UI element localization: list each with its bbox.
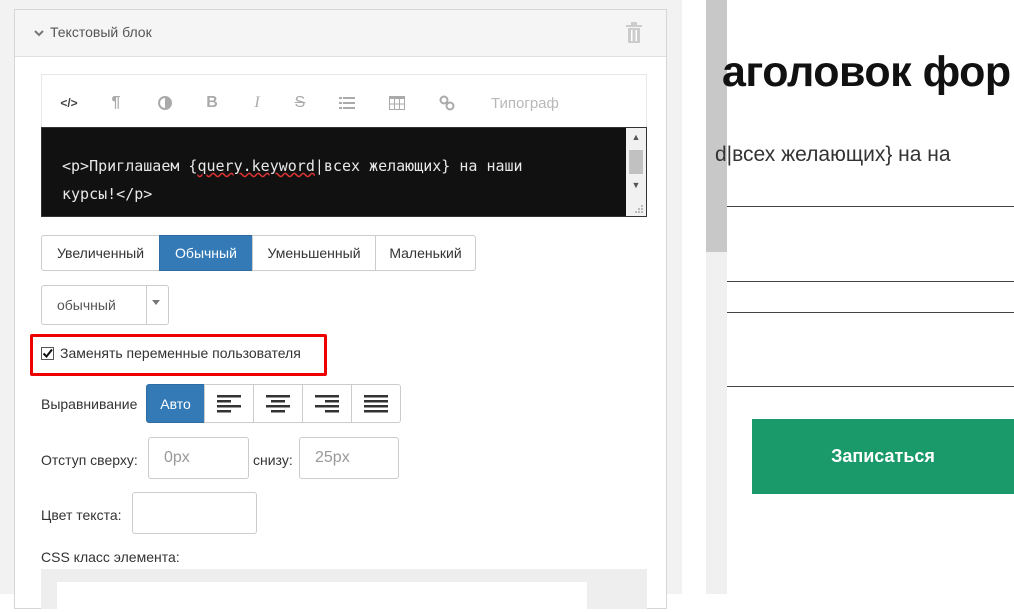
paragraph-icon[interactable]: ¶ (108, 93, 124, 113)
code-text-part: |всех желающих} на наши (314, 157, 523, 175)
preview-field-line[interactable] (727, 206, 1014, 207)
padding-bottom-input[interactable]: 25px (299, 437, 399, 479)
text-block-panel: Текстовый блок </> ¶ B I S Типограф <p>П… (14, 9, 667, 612)
align-left-icon (217, 394, 241, 412)
scroll-up-icon[interactable]: ▲ (631, 132, 641, 142)
align-right-icon (315, 394, 339, 412)
text-color-label: Цвет текста: (41, 507, 122, 523)
trash-icon[interactable] (625, 22, 643, 44)
padding-top-input[interactable]: 0px (148, 437, 249, 479)
align-right-button[interactable] (302, 384, 352, 423)
preview-field-line[interactable] (727, 312, 1014, 313)
padding-top-placeholder: 0px (164, 449, 190, 466)
html-code-editor[interactable]: <p>Приглашаем {query.keyword|всех желающ… (41, 127, 647, 217)
code-scroll-thumb[interactable] (629, 150, 643, 174)
replace-vars-row[interactable]: Заменять переменные пользователя (41, 345, 301, 361)
editor-toolbar: </> ¶ B I S Типограф (41, 74, 647, 128)
code-text-part: <p>Приглашаем { (62, 157, 198, 175)
chevron-down-icon[interactable] (33, 27, 45, 39)
padding-bottom-label: снизу: (253, 452, 293, 468)
font-weight-value: обычный (57, 297, 116, 313)
text-color-input[interactable] (132, 492, 257, 534)
css-class-input[interactable] (57, 582, 587, 612)
align-center-icon (266, 394, 290, 412)
code-text-line2: курсы!</p> (62, 185, 153, 203)
size-reduced-button[interactable]: Уменьшенный (252, 235, 376, 271)
scroll-down-icon[interactable]: ▼ (631, 180, 641, 190)
preview-field-line[interactable] (727, 281, 1014, 282)
code-content[interactable]: <p>Приглашаем {query.keyword|всех желающ… (62, 152, 592, 208)
code-keyword-underlined: query.keyword (197, 157, 315, 175)
table-icon[interactable] (388, 93, 406, 113)
typograph-button[interactable]: Типограф (491, 95, 559, 112)
alignment-label: Выравнивание (41, 396, 138, 412)
size-enlarged-button[interactable]: Увеличенный (41, 235, 160, 271)
css-class-label: CSS класс элемента: (41, 549, 180, 565)
page-scrollbar-thumb[interactable] (706, 0, 727, 252)
select-divider (146, 286, 147, 324)
align-auto-button[interactable]: Авто (146, 384, 205, 423)
align-justify-icon (364, 394, 388, 412)
link-icon[interactable] (438, 93, 456, 113)
italic-icon[interactable]: I (250, 93, 264, 113)
caret-down-icon[interactable] (152, 300, 160, 305)
checkmark-icon (42, 348, 53, 358)
panel-title: Текстовый блок (50, 24, 152, 40)
preview-field-line[interactable] (727, 386, 1014, 387)
align-justify-button[interactable] (351, 384, 401, 423)
replace-vars-checkbox[interactable] (41, 346, 54, 360)
bold-icon[interactable]: B (204, 93, 220, 113)
code-view-icon[interactable]: </> (58, 93, 80, 113)
resize-grip-icon[interactable] (634, 204, 644, 214)
padding-bottom-placeholder: 25px (315, 449, 350, 466)
padding-top-label: Отступ сверху: (41, 452, 138, 468)
strikethrough-icon[interactable]: S (292, 93, 308, 113)
preview-form-subtitle: d|всех желающих} на на (715, 143, 951, 166)
preview-form-title: аголовок фор (722, 48, 1011, 96)
contrast-icon[interactable] (156, 93, 174, 113)
code-scrollbar[interactable]: ▲ ▼ (626, 128, 646, 216)
panel-header[interactable]: Текстовый блок (15, 10, 666, 57)
size-small-button[interactable]: Маленький (375, 235, 476, 271)
list-icon[interactable] (338, 93, 356, 113)
align-left-button[interactable] (204, 384, 254, 423)
css-class-container (41, 569, 647, 612)
font-weight-select[interactable]: обычный (41, 285, 169, 325)
size-normal-button[interactable]: Обычный (159, 235, 253, 271)
replace-vars-label: Заменять переменные пользователя (60, 345, 301, 361)
preview-submit-button[interactable]: Записаться (752, 419, 1014, 494)
align-center-button[interactable] (253, 384, 303, 423)
